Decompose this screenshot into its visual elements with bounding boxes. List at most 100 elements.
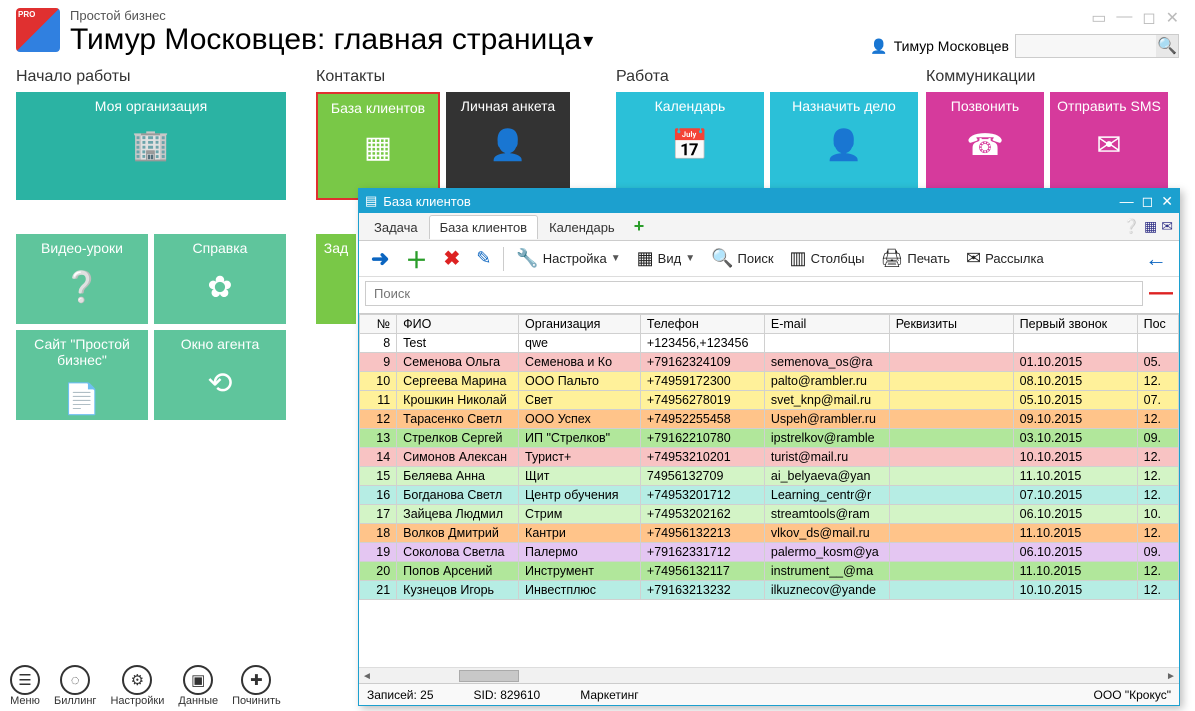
cell[interactable]: 09. — [1137, 543, 1178, 562]
cell[interactable]: 14 — [360, 448, 397, 467]
cell[interactable]: 05.10.2015 — [1013, 391, 1137, 410]
cell[interactable] — [889, 372, 1013, 391]
cell[interactable]: 10 — [360, 372, 397, 391]
cell[interactable] — [889, 543, 1013, 562]
cell[interactable]: 12. — [1137, 486, 1178, 505]
col-tel[interactable]: Телефон — [640, 315, 764, 334]
cell[interactable] — [889, 562, 1013, 581]
cell[interactable]: 13 — [360, 429, 397, 448]
cell[interactable]: 20 — [360, 562, 397, 581]
table-row[interactable]: 8Testqwe+123456,+123456 — [360, 334, 1179, 353]
cell[interactable]: 12. — [1137, 562, 1178, 581]
cell[interactable]: 10.10.2015 — [1013, 448, 1137, 467]
cell[interactable]: 8 — [360, 334, 397, 353]
cell[interactable]: 09. — [1137, 429, 1178, 448]
cell[interactable] — [889, 524, 1013, 543]
billing-button[interactable]: ◌Биллинг — [54, 665, 96, 707]
table-row[interactable]: 21Кузнецов ИгорьИнвестплюс+79163213232il… — [360, 581, 1179, 600]
cell[interactable]: Крошкин Николай — [397, 391, 519, 410]
cell[interactable]: +74952255458 — [640, 410, 764, 429]
repair-button[interactable]: ✚Починить — [232, 665, 281, 707]
popup-close-icon[interactable]: ✕ — [1161, 193, 1173, 210]
tile-calendar[interactable]: Календарь📅 — [616, 92, 764, 200]
col-org[interactable]: Организация — [519, 315, 641, 334]
clients-grid[interactable]: № ФИО Организация Телефон E-mail Реквизи… — [359, 313, 1179, 667]
minimize-icon[interactable]: ― — [1116, 8, 1132, 28]
scroll-right-icon[interactable]: ► — [1163, 668, 1179, 684]
tile-sms[interactable]: Отправить SMS✉ — [1050, 92, 1168, 200]
tab-add-icon[interactable]: + — [626, 216, 653, 237]
cell[interactable]: Инструмент — [519, 562, 641, 581]
cell[interactable]: +74953210201 — [640, 448, 764, 467]
cell[interactable]: 12 — [360, 410, 397, 429]
cell[interactable]: Турист+ — [519, 448, 641, 467]
cell[interactable]: +123456,+123456 — [640, 334, 764, 353]
maximize-icon[interactable]: ◻ — [1142, 8, 1155, 28]
cell[interactable]: svet_knp@mail.ru — [764, 391, 889, 410]
cell[interactable]: 12. — [1137, 448, 1178, 467]
cell[interactable]: +74953201712 — [640, 486, 764, 505]
settings-button[interactable]: ⚙Настройки — [110, 665, 164, 707]
table-row[interactable]: 18Волков ДмитрийКантри+74956132213vlkov_… — [360, 524, 1179, 543]
cell[interactable]: 10. — [1137, 505, 1178, 524]
cell[interactable]: 01.10.2015 — [1013, 353, 1137, 372]
tile-agent[interactable]: Окно агента⟲ — [154, 330, 286, 420]
cell[interactable]: Свет — [519, 391, 641, 410]
cell[interactable] — [889, 353, 1013, 372]
cell[interactable]: 11 — [360, 391, 397, 410]
cell[interactable] — [889, 429, 1013, 448]
cell[interactable]: Зайцева Людмил — [397, 505, 519, 524]
tile-site[interactable]: Сайт "Простой бизнес"📄 — [16, 330, 148, 420]
cell[interactable]: Кантри — [519, 524, 641, 543]
cell[interactable]: ai_belyaeva@yan — [764, 467, 889, 486]
cell[interactable]: Uspeh@rambler.ru — [764, 410, 889, 429]
cell[interactable]: +74956278019 — [640, 391, 764, 410]
table-row[interactable]: 10Сергеева МаринаООО Пальто+74959172300p… — [360, 372, 1179, 391]
table-row[interactable]: 20Попов АрсенийИнструмент+74956132117ins… — [360, 562, 1179, 581]
cell[interactable]: +74956132117 — [640, 562, 764, 581]
cell[interactable]: semenova_os@ra — [764, 353, 889, 372]
nav-forward-button[interactable]: ➜ — [365, 244, 395, 274]
cell[interactable]: 11.10.2015 — [1013, 467, 1137, 486]
cell[interactable] — [889, 410, 1013, 429]
cell[interactable]: Богданова Светл — [397, 486, 519, 505]
cell[interactable] — [889, 334, 1013, 353]
cell[interactable]: palermo_kosm@ya — [764, 543, 889, 562]
envelope-icon[interactable]: ✉ — [1161, 218, 1173, 235]
col-num[interactable]: № — [360, 315, 397, 334]
mailing-button[interactable]: ✉Рассылка — [960, 246, 1050, 271]
cell[interactable]: Центр обучения — [519, 486, 641, 505]
cell[interactable]: +79162210780 — [640, 429, 764, 448]
cell[interactable]: ipstrelkov@ramble — [764, 429, 889, 448]
cell[interactable]: Learning_centr@r — [764, 486, 889, 505]
menu-button[interactable]: ☰Меню — [10, 665, 40, 707]
cell[interactable]: 09.10.2015 — [1013, 410, 1137, 429]
cell[interactable]: 9 — [360, 353, 397, 372]
search-icon[interactable]: 🔍 — [1156, 35, 1178, 57]
cell[interactable]: +79162324109 — [640, 353, 764, 372]
tile-task-partial[interactable]: Зад — [316, 234, 356, 324]
help-icon[interactable]: ❔ — [1123, 218, 1140, 235]
edit-button[interactable]: ✎ — [470, 246, 497, 271]
col-last[interactable]: Пос — [1137, 315, 1178, 334]
cell[interactable]: 74956132709 — [640, 467, 764, 486]
cell[interactable]: Стрим — [519, 505, 641, 524]
clear-search-icon[interactable]: — — [1149, 279, 1173, 307]
grid-search-input[interactable] — [365, 281, 1143, 306]
global-search-input[interactable] — [1016, 36, 1156, 57]
cell[interactable]: Сергеева Марина — [397, 372, 519, 391]
popup-minimize-icon[interactable]: ― — [1120, 193, 1134, 210]
tile-assign[interactable]: Назначить дело👤 — [770, 92, 918, 200]
cell[interactable]: ИП "Стрелков" — [519, 429, 641, 448]
page-title[interactable]: Тимур Московцев: главная страница ▾ — [70, 23, 870, 57]
print-button[interactable]: 🖨Печать — [875, 246, 956, 271]
table-row[interactable]: 16Богданова СветлЦентр обучения+74953201… — [360, 486, 1179, 505]
cell[interactable]: 12. — [1137, 524, 1178, 543]
tile-clients-db[interactable]: База клиентов▦ — [316, 92, 440, 200]
close-icon[interactable]: ✕ — [1166, 8, 1179, 28]
cell[interactable]: 03.10.2015 — [1013, 429, 1137, 448]
cell[interactable]: Попов Арсений — [397, 562, 519, 581]
table-row[interactable]: 14Симонов АлексанТурист++74953210201turi… — [360, 448, 1179, 467]
cell[interactable]: vlkov_ds@mail.ru — [764, 524, 889, 543]
cell[interactable]: Тарасенко Светл — [397, 410, 519, 429]
